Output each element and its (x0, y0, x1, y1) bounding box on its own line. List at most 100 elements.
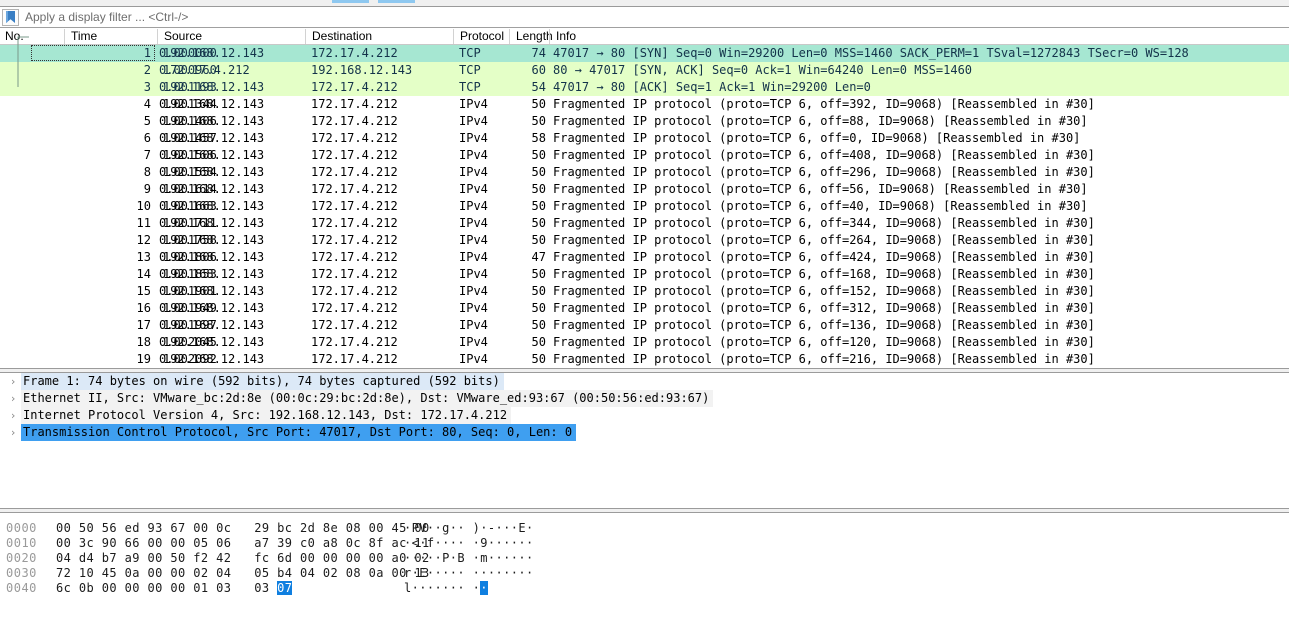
packet-cell-dst: 172.17.4.212 (311, 131, 398, 145)
column-header-no[interactable]: No. (0, 28, 24, 44)
packet-cell-dst: 172.17.4.212 (311, 165, 398, 179)
packet-cell-proto: IPv4 (459, 131, 488, 145)
packet-cell-info: 80 → 47017 [SYN, ACK] Seq=0 Ack=1 Win=64… (553, 63, 973, 77)
packet-cell-info: Fragmented IP protocol (proto=TCP 6, off… (553, 148, 1095, 162)
wireshark-window: No.TimeSourceDestinationProtocolLengthIn… (0, 0, 1289, 639)
packet-row[interactable]: 17 0.001997 192.168.12.143 172.17.4.212 IPv4… (0, 317, 1289, 334)
column-divider-2[interactable] (305, 29, 306, 44)
packet-cell-len: 50 (531, 267, 546, 281)
hex-ascii: ·····P·B ·m······ (404, 551, 534, 565)
packet-row[interactable]: 6 0.001457 192.168.12.143 172.17.4.212 IPv4 5… (0, 130, 1289, 147)
packet-cell-no: 19 (136, 352, 151, 366)
packet-cell-len: 50 (531, 352, 546, 366)
packet-row[interactable]: 12 0.001758 192.168.12.143 172.17.4.212 IPv4… (0, 232, 1289, 249)
packet-row[interactable]: 11 0.001711 192.168.12.143 172.17.4.212 IPv4… (0, 215, 1289, 232)
detail-tree-node[interactable]: › Frame 1: 74 bytes on wire (592 bits), 7… (0, 373, 1289, 390)
packet-cell-dst: 172.17.4.212 (311, 318, 398, 332)
packet-cell-proto: IPv4 (459, 182, 488, 196)
hex-byte-selected[interactable]: 07 (277, 581, 293, 595)
hex-dump-row[interactable]: 0010 00 3c 90 66 00 00 05 06 a7 39 c0 a8 … (0, 536, 1289, 551)
packet-cell-info: Fragmented IP protocol (proto=TCP 6, off… (553, 318, 1095, 332)
packet-row[interactable]: 3 0.001193 192.168.12.143 172.17.4.212 TCP 54… (0, 79, 1289, 96)
packet-row[interactable]: 5 0.001406 192.168.12.143 172.17.4.212 IPv4 5… (0, 113, 1289, 130)
packet-cell-len: 74 (531, 46, 546, 60)
packet-row[interactable]: 16 0.001949 192.168.12.143 172.17.4.212 IPv4… (0, 300, 1289, 317)
packet-row[interactable]: 19 0.002092 192.168.12.143 172.17.4.212 IPv4… (0, 351, 1289, 368)
packet-cell-src: 192.168.12.143 (163, 148, 265, 162)
packet-cell-dst: 172.17.4.212 (311, 233, 398, 247)
packet-cell-len: 50 (531, 216, 546, 230)
detail-tree-label: Internet Protocol Version 4, Src: 192.16… (21, 407, 512, 424)
column-header-proto[interactable]: Protocol (455, 28, 504, 44)
packet-cell-len: 60 (531, 63, 546, 77)
packet-cell-src: 192.168.12.143 (163, 182, 265, 196)
packet-row[interactable]: 10 0.001663 192.168.12.143 172.17.4.212 IPv4… (0, 198, 1289, 215)
main-toolbar (0, 0, 1289, 7)
packet-cell-len: 50 (531, 199, 546, 213)
packet-cell-proto: TCP (459, 46, 481, 60)
packet-cell-info: Fragmented IP protocol (proto=TCP 6, off… (553, 216, 1095, 230)
display-filter-input[interactable] (19, 7, 1289, 27)
column-header-len[interactable]: Length (511, 28, 553, 44)
hex-ascii-plain: l······· · (404, 581, 481, 595)
packet-list-rows[interactable]: 1 0.000000 192.168.12.143 172.17.4.212 TCP 74… (0, 45, 1289, 372)
packet-row[interactable]: 1 0.000000 192.168.12.143 172.17.4.212 TCP 74… (0, 45, 1289, 62)
packet-cell-dst: 172.17.4.212 (311, 335, 398, 349)
packet-list[interactable]: No. Time Source Destination Protocol Length In… (0, 28, 1289, 372)
hex-dump-row[interactable]: 0030 72 10 45 0a 00 00 02 04 05 b4 04 02 … (0, 566, 1289, 581)
packet-row[interactable]: 9 0.001614 192.168.12.143 172.17.4.212 IPv4 5… (0, 181, 1289, 198)
detail-tree-node[interactable]: › Ethernet II, Src: VMware_bc:2d:8e (00:0… (0, 390, 1289, 407)
packet-row[interactable]: 8 0.001554 192.168.12.143 172.17.4.212 IPv4 5… (0, 164, 1289, 181)
packet-cell-proto: IPv4 (459, 284, 488, 298)
filter-bookmark-icon[interactable] (2, 8, 19, 26)
packet-cell-info: 47017 → 80 [SYN] Seq=0 Win=29200 Len=0 M… (553, 46, 1189, 60)
detail-tree-node[interactable]: › Transmission Control Protocol, Src Port… (0, 424, 1289, 441)
packet-row[interactable]: 15 0.001901 192.168.12.143 172.17.4.212 IPv4… (0, 283, 1289, 300)
column-divider-1[interactable] (157, 29, 158, 44)
packet-row[interactable]: 14 0.001853 192.168.12.143 172.17.4.212 IPv4… (0, 266, 1289, 283)
packet-cell-dst: 172.17.4.212 (311, 199, 398, 213)
packet-cell-dst: 172.17.4.212 (311, 216, 398, 230)
chevron-right-icon[interactable]: › (6, 373, 20, 390)
chevron-right-icon[interactable]: › (6, 424, 20, 441)
packet-cell-len: 50 (531, 165, 546, 179)
column-header-dst[interactable]: Destination (307, 28, 372, 44)
chevron-right-icon[interactable]: › (6, 407, 20, 424)
packet-detail-pane[interactable]: › Frame 1: 74 bytes on wire (592 bits), 7… (0, 373, 1289, 508)
packet-bytes-pane[interactable]: 0000 00 50 56 ed 93 67 00 0c 29 bc 2d 8e … (0, 513, 1289, 639)
detail-tree-node[interactable]: › Internet Protocol Version 4, Src: 192.1… (0, 407, 1289, 424)
packet-row[interactable]: 18 0.002045 192.168.12.143 172.17.4.212 IPv4… (0, 334, 1289, 351)
packet-cell-info: Fragmented IP protocol (proto=TCP 6, off… (553, 233, 1095, 247)
chevron-right-icon[interactable]: › (6, 390, 20, 407)
column-divider-3[interactable] (453, 29, 454, 44)
packet-cell-proto: IPv4 (459, 148, 488, 162)
column-header-time[interactable]: Time (66, 28, 97, 44)
packet-row[interactable]: 7 0.001506 192.168.12.143 172.17.4.212 IPv4 5… (0, 147, 1289, 164)
hex-dump-row[interactable]: 0040 6c 0b 00 00 00 00 01 03 03 07 l······… (0, 581, 1289, 596)
column-header-info[interactable]: Info (551, 28, 576, 44)
packet-cell-len: 50 (531, 284, 546, 298)
packet-cell-len: 50 (531, 148, 546, 162)
hex-ascii-selected[interactable]: · (480, 581, 488, 595)
packet-cell-src: 192.168.12.143 (163, 267, 265, 281)
packet-cell-no: 2 (143, 63, 151, 77)
packet-row[interactable]: 13 0.001806 192.168.12.143 172.17.4.212 IPv4… (0, 249, 1289, 266)
packet-cell-info: Fragmented IP protocol (proto=TCP 6, off… (553, 250, 1095, 264)
toolbar-button-sliver-2[interactable] (378, 0, 415, 3)
column-header-src[interactable]: Source (159, 28, 202, 44)
column-divider-0[interactable] (64, 29, 65, 44)
packet-row[interactable]: 4 0.001344 192.168.12.143 172.17.4.212 IPv4 5… (0, 96, 1289, 113)
packet-cell-src: 192.168.12.143 (163, 114, 265, 128)
packet-cell-proto: IPv4 (459, 250, 488, 264)
hex-dump-row[interactable]: 0000 00 50 56 ed 93 67 00 0c 29 bc 2d 8e … (0, 521, 1289, 536)
packet-cell-src: 192.168.12.143 (163, 318, 265, 332)
packet-cell-no: 6 (143, 131, 151, 145)
column-divider-5[interactable] (549, 29, 550, 44)
hex-dump-row[interactable]: 0020 04 d4 b7 a9 00 50 f2 42 fc 6d 00 00 … (0, 551, 1289, 566)
packet-row[interactable]: 2 0.000960 172.17.4.212 192.168.12.143 TCP 60… (0, 62, 1289, 79)
packet-cell-info: 47017 → 80 [ACK] Seq=1 Ack=1 Win=29200 L… (553, 80, 871, 94)
toolbar-button-sliver-1[interactable] (332, 0, 369, 3)
packet-list-header[interactable]: No. Time Source Destination Protocol Length In… (0, 28, 1289, 45)
hex-bytes: 04 d4 b7 a9 00 50 f2 42 fc 6d 00 00 00 0… (56, 551, 430, 565)
column-divider-4[interactable] (509, 29, 510, 44)
